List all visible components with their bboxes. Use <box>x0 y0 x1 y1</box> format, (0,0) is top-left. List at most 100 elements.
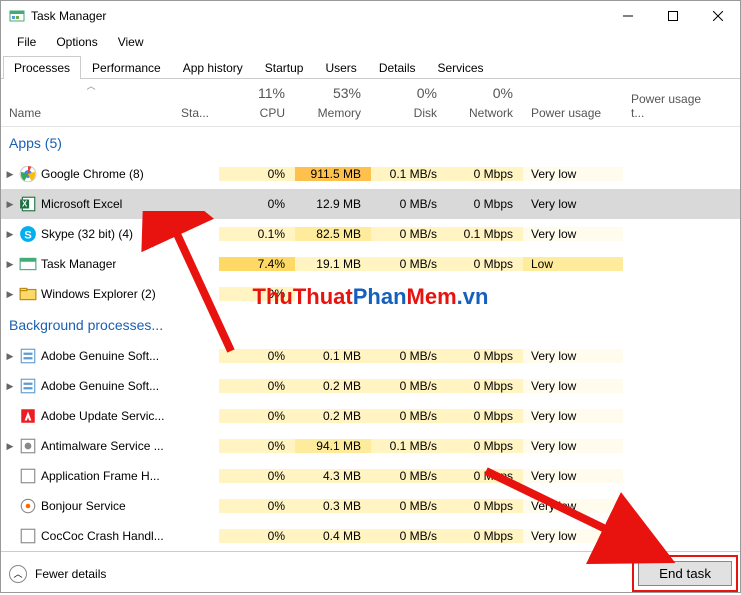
expand-icon[interactable]: ▶ <box>1 381 19 392</box>
tab-services[interactable]: Services <box>427 56 495 79</box>
net-value: 0 Mbps <box>447 257 523 271</box>
net-value: 0 Mbps <box>447 529 523 543</box>
table-row[interactable]: ▶ Bonjour Service 0% 0.3 MB 0 MB/s 0 Mbp… <box>1 491 740 521</box>
process-name: Antimalware Service ... <box>41 439 164 453</box>
expand-icon[interactable]: ▶ <box>1 169 19 180</box>
cpu-value: 0% <box>219 167 295 181</box>
net-value: 0 Mbps <box>447 469 523 483</box>
power-value: Very low <box>523 227 623 241</box>
taskmgr-icon <box>19 256 37 272</box>
svg-text:X: X <box>22 199 28 208</box>
table-row[interactable]: ▶ Google Chrome (8) 0% 911.5 MB 0.1 MB/s… <box>1 159 740 189</box>
expand-icon[interactable]: ▶ <box>1 289 19 300</box>
disk-value: 0.1 MB/s <box>371 439 447 453</box>
explorer-icon <box>19 286 37 302</box>
process-list[interactable]: Apps (5) ▶ Google Chrome (8) 0% 911.5 MB… <box>1 127 740 551</box>
disk-value: 0 MB/s <box>371 409 447 423</box>
disk-value: 0 MB/s <box>371 379 447 393</box>
end-task-button[interactable]: End task <box>638 561 732 586</box>
col-power-header[interactable]: Power usage <box>523 79 623 126</box>
service-icon <box>19 438 37 454</box>
col-cpu-header[interactable]: 11% CPU <box>219 79 295 126</box>
sort-arrow-icon: ︿ <box>86 79 95 92</box>
power-value: Very low <box>523 167 623 181</box>
close-button[interactable] <box>695 1 740 31</box>
cpu-label: CPU <box>219 106 285 120</box>
table-row[interactable]: ▶ Task Manager 7.4% 19.1 MB 0 MB/s 0 Mbp… <box>1 249 740 279</box>
table-row[interactable]: ▶ Windows Explorer (2) 0% <box>1 279 740 309</box>
net-label: Network <box>447 106 513 120</box>
net-value: 0 Mbps <box>447 197 523 211</box>
expand-icon[interactable]: ▶ <box>1 351 19 362</box>
table-row[interactable]: ▶ Adobe Genuine Soft... 0% 0.2 MB 0 MB/s… <box>1 371 740 401</box>
col-power-trend-header[interactable]: Power usage t... <box>623 79 714 126</box>
mem-pct: 53% <box>295 85 361 101</box>
bonjour-icon <box>19 498 37 514</box>
expand-icon[interactable]: ▶ <box>1 441 19 452</box>
process-name: Google Chrome (8) <box>41 167 144 181</box>
disk-value: 0 MB/s <box>371 469 447 483</box>
power-value: Low <box>523 257 623 271</box>
disk-value: 0 MB/s <box>371 197 447 211</box>
menu-view[interactable]: View <box>108 33 154 51</box>
process-name: Adobe Genuine Soft... <box>41 379 159 393</box>
cpu-value: 0% <box>219 287 295 301</box>
power-value: Very low <box>523 439 623 453</box>
table-row[interactable]: ▶ Antimalware Service ... 0% 94.1 MB 0.1… <box>1 431 740 461</box>
power-value: Very low <box>523 379 623 393</box>
maximize-button[interactable] <box>650 1 695 31</box>
tab-users[interactable]: Users <box>314 56 367 79</box>
disk-value: 0 MB/s <box>371 227 447 241</box>
col-memory-header[interactable]: 53% Memory <box>295 79 371 126</box>
table-row[interactable]: ▶ Application Frame H... 0% 4.3 MB 0 MB/… <box>1 461 740 491</box>
disk-value: 0 MB/s <box>371 529 447 543</box>
expand-icon[interactable]: ▶ <box>1 199 19 210</box>
col-status-header[interactable]: Sta... <box>181 79 219 126</box>
tab-startup[interactable]: Startup <box>254 56 315 79</box>
group-background: Background processes... <box>1 309 740 341</box>
net-value: 0 Mbps <box>447 439 523 453</box>
app-icon <box>9 8 25 24</box>
expand-icon[interactable]: ▶ <box>1 229 19 240</box>
service-icon <box>19 348 37 364</box>
minimize-button[interactable] <box>605 1 650 31</box>
col-network-header[interactable]: 0% Network <box>447 79 523 126</box>
mem-value: 0.2 MB <box>295 379 371 393</box>
group-apps: Apps (5) <box>1 127 740 159</box>
expand-icon[interactable]: ▶ <box>1 259 19 270</box>
power-value: Very low <box>523 409 623 423</box>
tab-details[interactable]: Details <box>368 56 427 79</box>
disk-value: 0 MB/s <box>371 499 447 513</box>
mem-value: 19.1 MB <box>295 257 371 271</box>
mem-value: 0.1 MB <box>295 349 371 363</box>
net-value: 0 Mbps <box>447 349 523 363</box>
svg-text:S: S <box>24 230 32 242</box>
table-row[interactable]: ▶ CocCoc Crash Handl... 0% 0.4 MB 0 MB/s… <box>1 521 740 551</box>
col-disk-header[interactable]: 0% Disk <box>371 79 447 126</box>
cpu-value: 0% <box>219 469 295 483</box>
mem-value: 911.5 MB <box>295 167 371 181</box>
fewer-details-label: Fewer details <box>35 567 106 581</box>
net-pct: 0% <box>447 85 513 101</box>
table-row[interactable]: ▶ S Skype (32 bit) (4) 0.1% 82.5 MB 0 MB… <box>1 219 740 249</box>
cpu-value: 0% <box>219 499 295 513</box>
table-row[interactable]: ▶ Adobe Update Servic... 0% 0.2 MB 0 MB/… <box>1 401 740 431</box>
tab-performance[interactable]: Performance <box>81 56 172 79</box>
fewer-details-button[interactable]: ︿ Fewer details <box>9 565 106 583</box>
col-name-header[interactable]: ︿ Name <box>1 79 181 126</box>
adobe-icon <box>19 408 37 424</box>
tab-app-history[interactable]: App history <box>172 56 254 79</box>
table-row[interactable]: ▶ Adobe Genuine Soft... 0% 0.1 MB 0 MB/s… <box>1 341 740 371</box>
process-name: Adobe Update Servic... <box>41 409 164 423</box>
net-value: 0 Mbps <box>447 499 523 513</box>
power-value: Very low <box>523 529 623 543</box>
mem-label: Memory <box>295 106 361 120</box>
mem-value: 0.3 MB <box>295 499 371 513</box>
menu-file[interactable]: File <box>7 33 46 51</box>
disk-value: 0 MB/s <box>371 349 447 363</box>
table-row-selected[interactable]: ▶ X Microsoft Excel 0% 12.9 MB 0 MB/s 0 … <box>1 189 740 219</box>
process-name: Windows Explorer (2) <box>41 287 156 301</box>
tab-processes[interactable]: Processes <box>3 56 81 79</box>
menu-options[interactable]: Options <box>46 33 107 51</box>
mem-value: 4.3 MB <box>295 469 371 483</box>
